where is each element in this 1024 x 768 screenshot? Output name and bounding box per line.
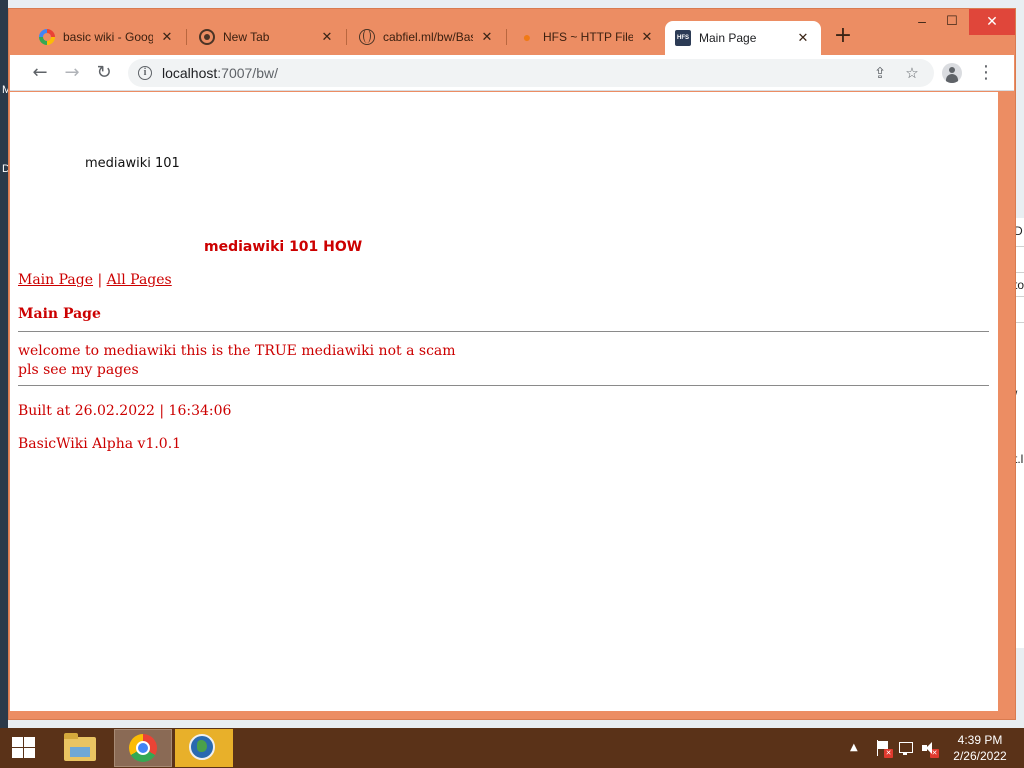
close-icon[interactable]: ✕ <box>479 29 495 45</box>
mute-badge-icon: ✕ <box>930 749 939 758</box>
tab-hfs[interactable]: ● HFS ~ HTTP File Server ✕ <box>509 21 665 53</box>
forward-button[interactable]: → <box>60 61 84 85</box>
clock-date: 2/26/2022 <box>953 749 1007 763</box>
taskbar-network-app[interactable] <box>175 729 233 767</box>
close-window-button[interactable]: ✕ <box>969 9 1015 35</box>
profile-avatar-icon[interactable] <box>942 63 962 83</box>
close-icon[interactable]: ✕ <box>319 29 335 45</box>
build-timestamp: Built at 26.02.2022 | 16:34:06 <box>18 403 232 419</box>
minimize-button[interactable]: – <box>907 9 937 35</box>
tab-title: cabfiel.ml/bw/Basic <box>383 30 473 44</box>
hfs-logo-icon: HFS <box>675 30 691 46</box>
tab-title: HFS ~ HTTP File Server <box>543 30 633 44</box>
url-path: :7007/bw/ <box>217 65 278 81</box>
divider <box>18 331 989 332</box>
maximize-button[interactable]: ☐ <box>937 9 967 35</box>
network-icon[interactable] <box>898 740 914 756</box>
error-badge-icon: ✕ <box>884 749 893 758</box>
tab-separator <box>506 29 507 45</box>
file-explorer-icon <box>64 733 96 761</box>
tab-title: New Tab <box>223 30 270 44</box>
google-icon <box>39 29 55 45</box>
version-label: BasicWiki Alpha v1.0.1 <box>18 436 182 452</box>
bookmark-star-icon[interactable]: ☆ <box>902 63 922 83</box>
reload-button[interactable]: ↻ <box>92 61 116 85</box>
content-line: welcome to mediawiki this is the TRUE me… <box>18 343 456 359</box>
tab-separator <box>186 29 187 45</box>
browser-toolbar: ← → ↻ i localhost:7007/bw/ ⇪ ☆ ⋮ <box>10 55 1014 91</box>
url-text[interactable]: localhost:7007/bw/ <box>162 65 278 81</box>
tab-separator <box>346 29 347 45</box>
new-tab-button[interactable]: + <box>831 25 855 49</box>
url-host: localhost <box>162 65 218 81</box>
close-icon[interactable]: ✕ <box>795 30 811 46</box>
wiki-header: mediawiki 101 <box>85 156 180 171</box>
hfs-icon: ● <box>522 29 532 45</box>
tab-basic-wiki-google[interactable]: basic wiki - Google ✕ <box>29 21 185 53</box>
tab-title: Main Page <box>699 31 757 45</box>
divider <box>18 385 989 386</box>
content-line: pls see my pages <box>18 362 139 378</box>
chrome-icon <box>129 734 157 762</box>
wiki-subtitle: mediawiki 101 HOW <box>204 239 363 255</box>
action-center-flag-icon[interactable]: ✕ <box>875 740 893 758</box>
main-page-link[interactable]: Main Page <box>18 272 93 288</box>
page-viewport: mediawiki 101 mediawiki 101 HOW Main Pag… <box>10 92 998 711</box>
taskbar-chrome[interactable] <box>114 729 172 767</box>
back-button[interactable]: ← <box>28 61 52 85</box>
tab-main-page[interactable]: HFS Main Page ✕ <box>665 21 821 55</box>
windows-logo-icon <box>12 737 36 759</box>
taskbar-file-explorer[interactable] <box>54 729 112 767</box>
desktop-left-edge: M D <box>0 0 11 728</box>
nav-separator: | <box>93 272 107 288</box>
close-icon[interactable]: ✕ <box>159 29 175 45</box>
share-icon[interactable]: ⇪ <box>870 63 890 83</box>
globe-icon <box>359 29 375 45</box>
system-clock[interactable]: 4:39 PM 2/26/2022 <box>946 732 1014 764</box>
clock-time: 4:39 PM <box>957 733 1003 747</box>
tab-strip: basic wiki - Google ✕ New Tab ✕ cabfiel.… <box>9 9 1015 55</box>
chrome-icon <box>199 29 215 45</box>
browser-window: basic wiki - Google ✕ New Tab ✕ cabfiel.… <box>8 8 1016 720</box>
network-globe-icon <box>189 734 215 760</box>
volume-muted-icon[interactable]: ✕ <box>921 740 939 758</box>
address-bar[interactable]: i localhost:7007/bw/ ⇪ ☆ <box>128 59 934 87</box>
start-button[interactable] <box>0 728 48 768</box>
page-content: welcome to mediawiki this is the TRUE me… <box>18 342 456 380</box>
site-info-icon[interactable]: i <box>138 66 152 80</box>
all-pages-link[interactable]: All Pages <box>107 272 172 288</box>
tab-cabfiel[interactable]: cabfiel.ml/bw/Basic ✕ <box>349 21 505 53</box>
wiki-nav: Main Page | All Pages <box>18 272 172 288</box>
browser-menu-button[interactable]: ⋮ <box>976 61 996 85</box>
tab-new-tab[interactable]: New Tab ✕ <box>189 21 345 53</box>
page-title: Main Page <box>18 306 101 322</box>
tray-expand-icon[interactable]: ▲ <box>850 742 858 753</box>
taskbar: ▲ ✕ ✕ 4:39 PM 2/26/2022 <box>0 728 1024 768</box>
close-icon[interactable]: ✕ <box>639 29 655 45</box>
tab-title: basic wiki - Google <box>63 30 153 44</box>
